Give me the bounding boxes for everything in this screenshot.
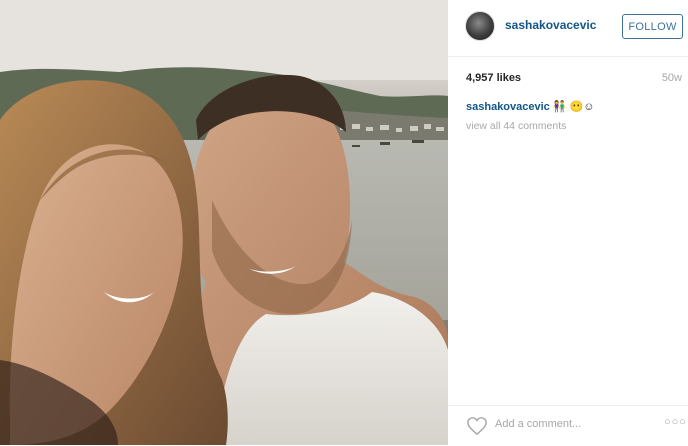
post-age[interactable]: 50w: [662, 72, 682, 84]
photo-scene: [0, 0, 448, 445]
post-panel: sashakovacevic FOLLOW 4,957 likes 50w sa…: [448, 0, 688, 445]
caption-emoji: 👫 😶☺: [552, 101, 595, 113]
caption-username[interactable]: sashakovacevic: [466, 101, 550, 113]
more-options-icon[interactable]: ○○○: [664, 416, 687, 428]
heart-icon[interactable]: [466, 416, 488, 436]
post-footer: Add a comment... ○○○: [448, 405, 688, 446]
post-photo[interactable]: [0, 0, 448, 445]
follow-button[interactable]: FOLLOW: [622, 14, 683, 39]
likes-count[interactable]: 4,957 likes: [466, 72, 521, 84]
add-comment-input[interactable]: Add a comment...: [495, 418, 581, 430]
username-link[interactable]: sashakovacevic: [505, 18, 596, 32]
caption: sashakovacevic 👫 😶☺: [466, 100, 595, 114]
follow-label: FOLLOW: [628, 20, 677, 33]
post-header: sashakovacevic FOLLOW: [448, 0, 688, 57]
view-all-comments-link[interactable]: view all 44 comments: [466, 120, 566, 132]
avatar[interactable]: [465, 11, 495, 41]
